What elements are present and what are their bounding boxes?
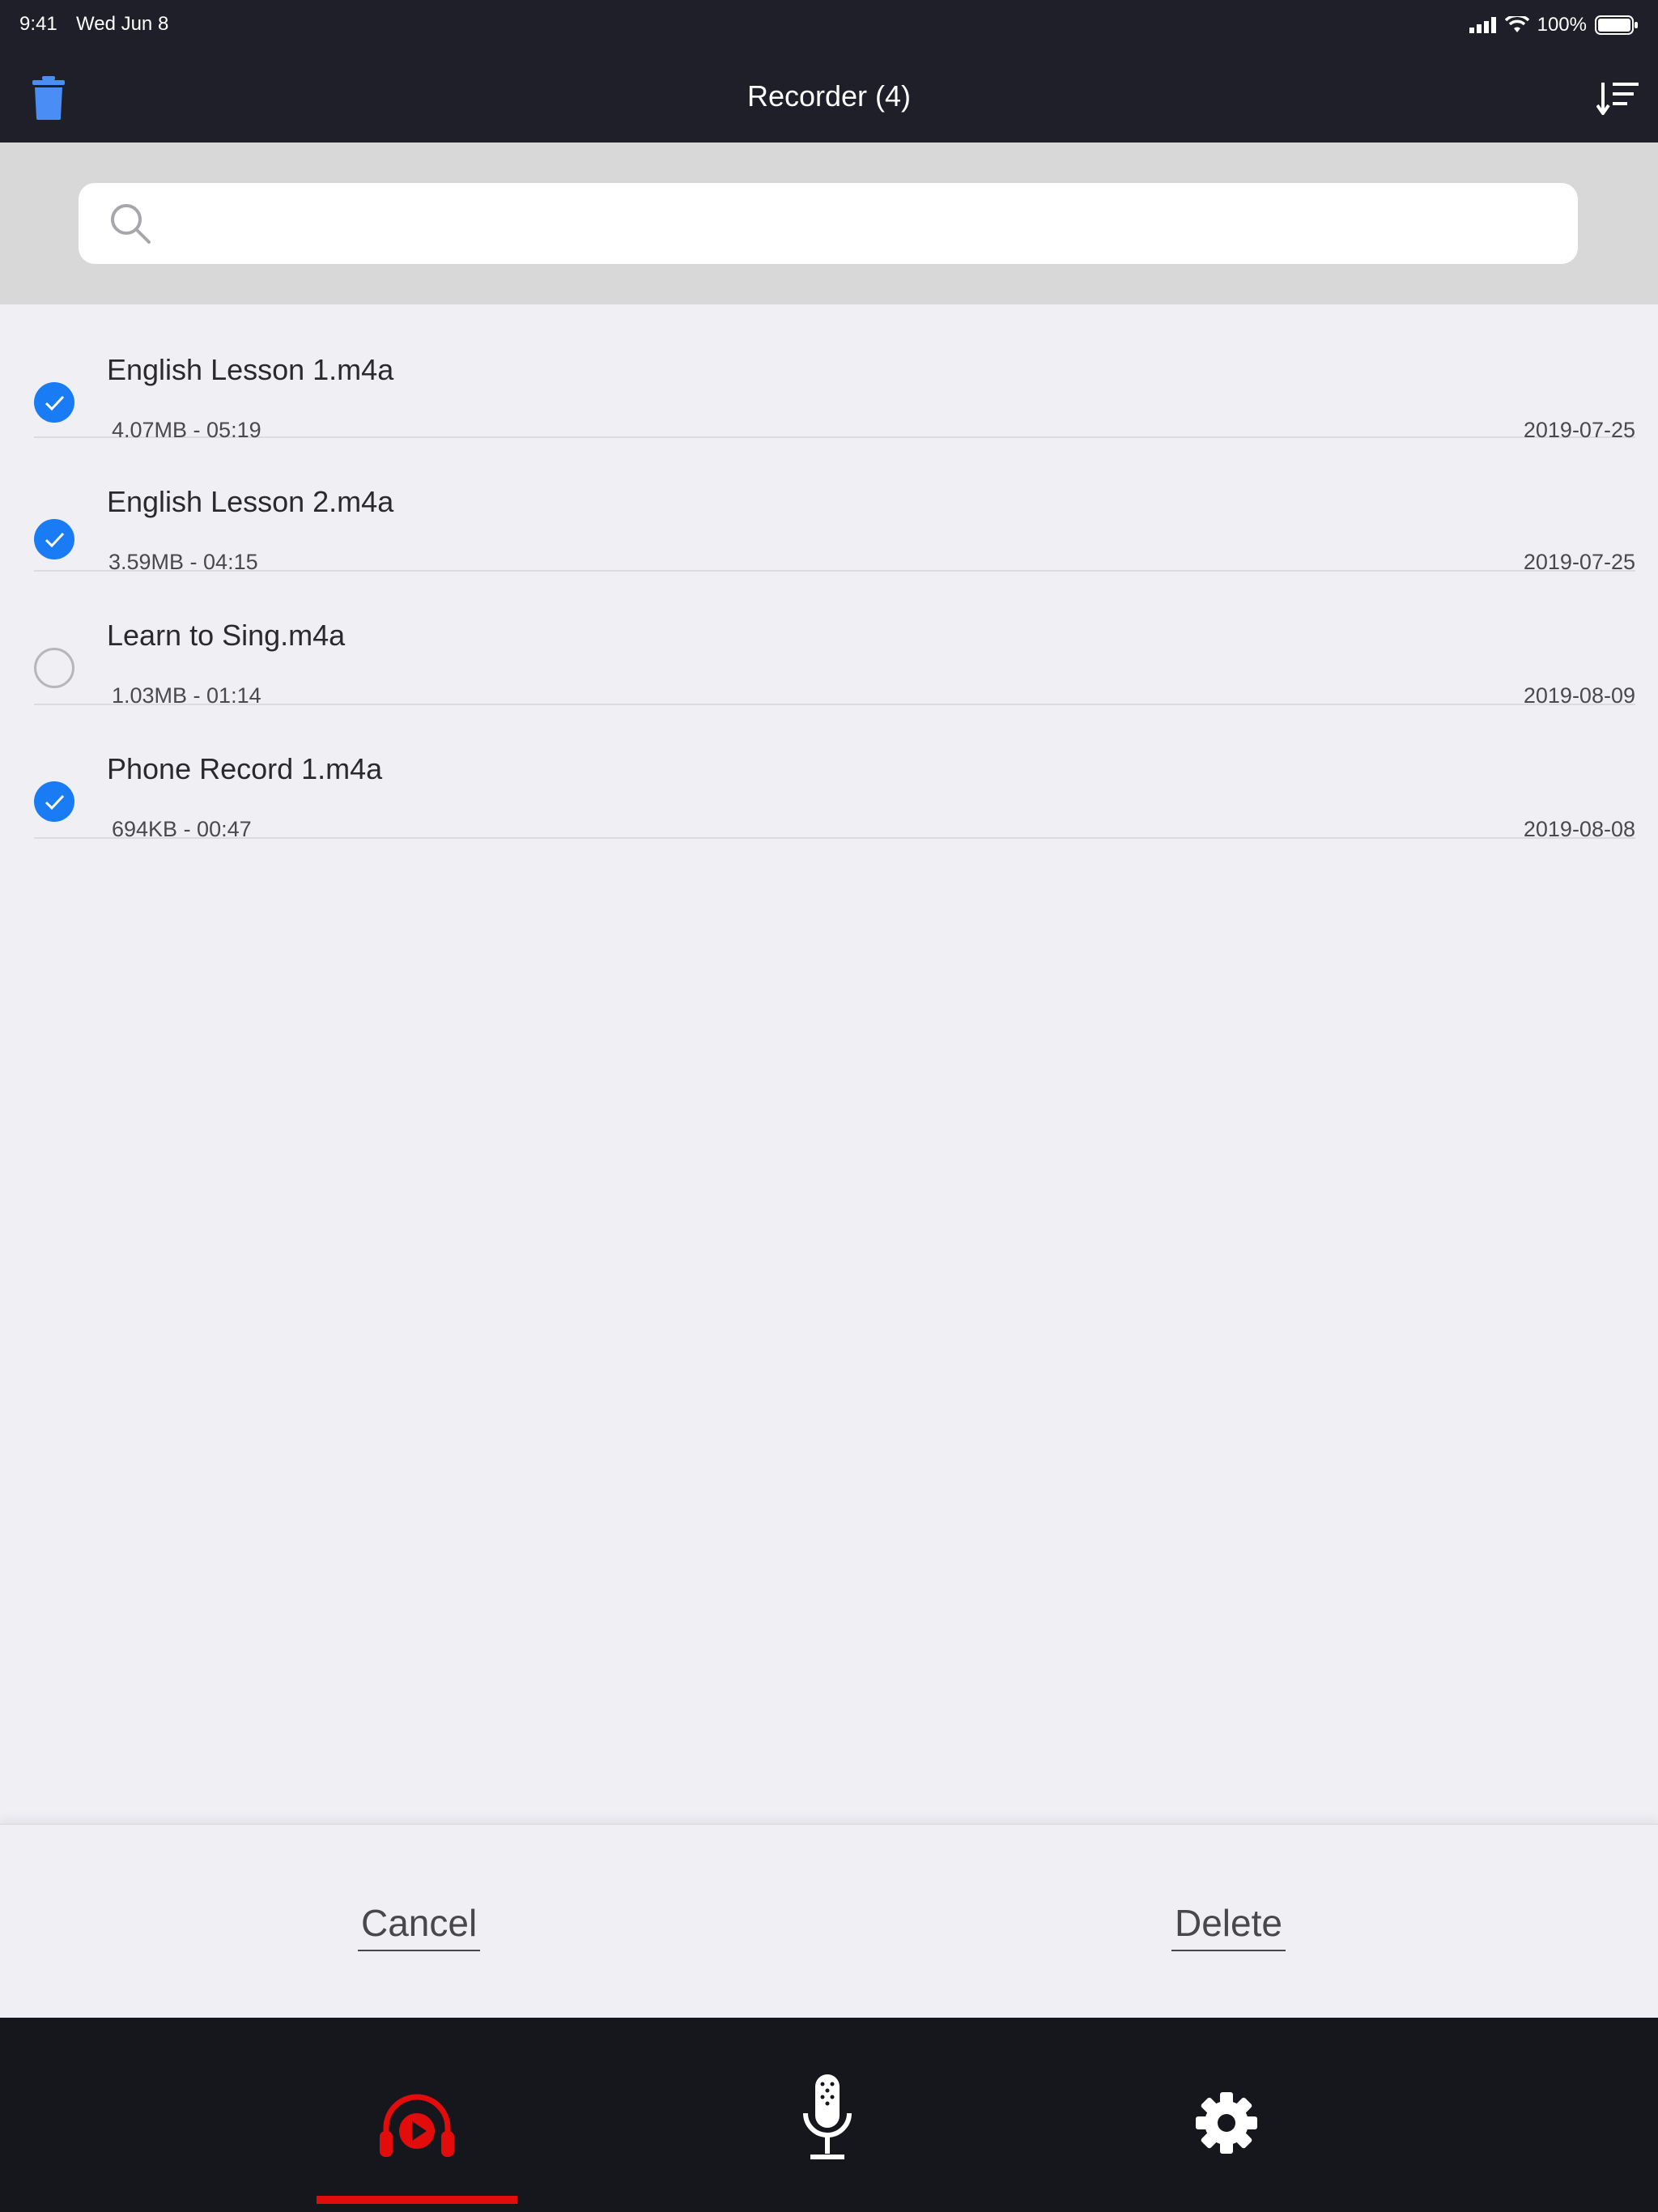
- microphone-icon: [803, 2074, 852, 2159]
- row-checkbox-checked[interactable]: [34, 382, 74, 423]
- status-indicators: 100%: [1469, 11, 1639, 39]
- tab-player[interactable]: [312, 2018, 522, 2212]
- file-name: English Lesson 1.m4a: [107, 353, 394, 386]
- file-date: 2019-08-08: [1523, 817, 1635, 841]
- active-tab-indicator: [317, 2196, 517, 2204]
- file-name: Learn to Sing.m4a: [107, 619, 346, 652]
- row-checkbox-unchecked[interactable]: [34, 648, 74, 688]
- file-name: Phone Record 1.m4a: [107, 752, 383, 785]
- status-time: 9:41: [19, 13, 57, 35]
- checkmark-icon: [45, 794, 65, 810]
- delete-button[interactable]: Delete: [1171, 1901, 1286, 1951]
- battery-percent: 100%: [1537, 14, 1587, 36]
- wifi-icon: [1504, 16, 1529, 32]
- file-list: English Lesson 1.m4a 4.07MB - 05:19 2019…: [0, 304, 1658, 841]
- cellular-signal-icon: [1469, 17, 1496, 33]
- search-box[interactable]: [79, 183, 1578, 266]
- checkmark-icon: [45, 395, 65, 411]
- status-date: Wed Jun 8: [76, 13, 169, 35]
- file-name: English Lesson 2.m4a: [107, 485, 394, 518]
- tab-record[interactable]: [722, 2018, 933, 2212]
- row-checkbox-checked[interactable]: [34, 781, 74, 822]
- search-area: [0, 143, 1658, 304]
- tab-bar: [0, 2018, 1658, 2212]
- file-row[interactable]: English Lesson 1.m4a 4.07MB - 05:19 2019…: [34, 304, 1635, 442]
- action-bar: Cancel Delete: [0, 1823, 1658, 2019]
- search-icon: [111, 204, 151, 244]
- search-input[interactable]: [168, 183, 1547, 266]
- page-title: Recorder (4): [746, 79, 912, 113]
- file-size-duration: 694KB - 00:47: [112, 817, 252, 841]
- row-checkbox-checked[interactable]: [34, 519, 74, 559]
- file-row[interactable]: Phone Record 1.m4a 694KB - 00:47 2019-08…: [34, 705, 1635, 841]
- tab-settings[interactable]: [1121, 2018, 1332, 2212]
- battery-icon: [1595, 15, 1638, 35]
- headphones-play-icon: [380, 2094, 454, 2157]
- file-row[interactable]: Learn to Sing.m4a 1.03MB - 01:14 2019-08…: [34, 572, 1635, 708]
- file-row[interactable]: English Lesson 2.m4a 3.59MB - 04:15 2019…: [34, 438, 1635, 574]
- sort-icon: [1596, 83, 1639, 117]
- checkmark-icon: [45, 532, 65, 548]
- nav-bar: Recorder (4): [0, 52, 1658, 143]
- gear-icon: [1196, 2092, 1257, 2154]
- cancel-button[interactable]: Cancel: [358, 1901, 481, 1951]
- sort-button[interactable]: [1596, 81, 1640, 117]
- status-bar: 9:41 Wed Jun 8 100%: [0, 0, 1658, 52]
